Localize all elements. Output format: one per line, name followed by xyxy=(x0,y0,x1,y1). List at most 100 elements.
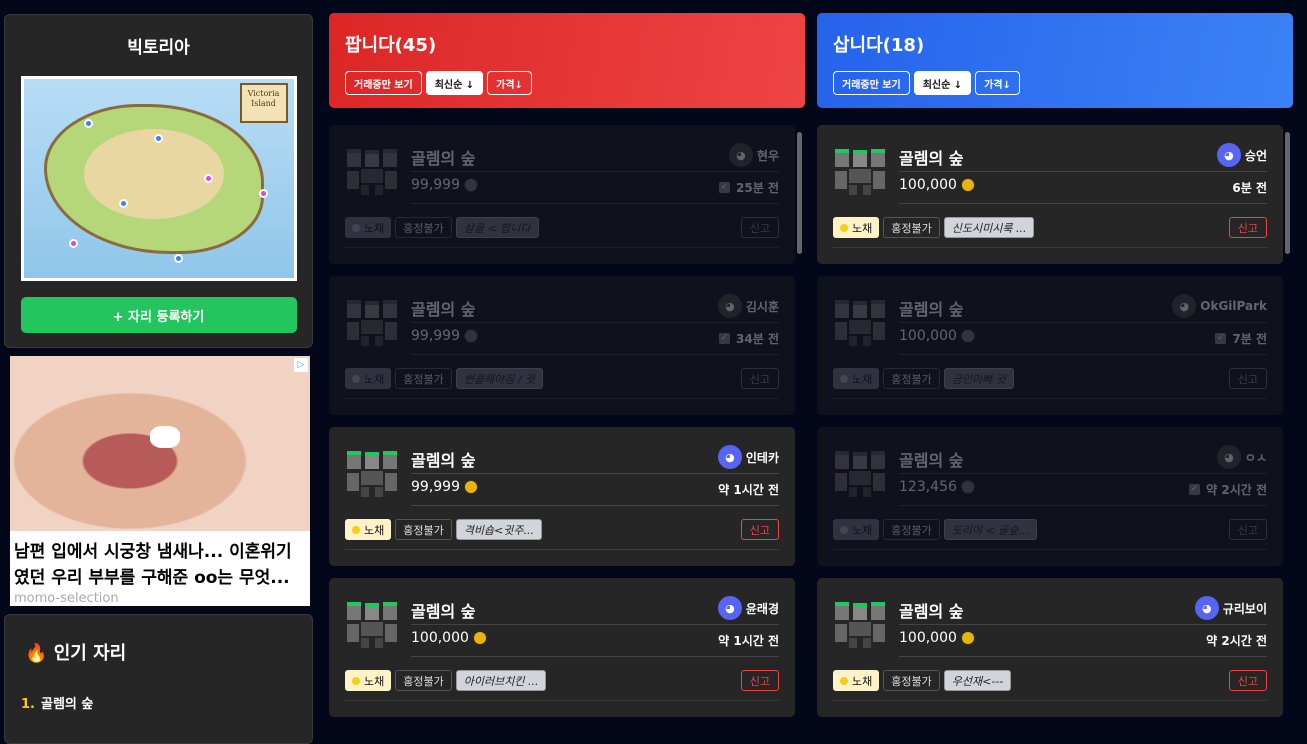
posted-time: ✓ 7분 전 xyxy=(1215,332,1267,346)
buy-title: 삽니다(18) xyxy=(833,35,925,56)
golem-icon xyxy=(347,602,397,648)
checkbox-icon[interactable]: ✓ xyxy=(719,333,731,344)
user[interactable]: ◕ 현우 xyxy=(728,143,779,167)
meso-coin-icon xyxy=(464,178,478,192)
victoria-island-map[interactable]: Victoria Island xyxy=(20,76,297,281)
listing-card[interactable]: 골렘의 숲 ◕ 규리보이 100,000 약 2시간 전 노채 홍정불가 우선재<… xyxy=(817,578,1283,717)
listing-card[interactable]: 골렘의 숲 ◕ 윤래경 100,000 약 1시간 전 노채 홍정불가 아이러브치… xyxy=(329,578,795,717)
posted-time: 6분 전 xyxy=(1232,181,1267,195)
filter-active-only-button[interactable]: 거래중만 보기 xyxy=(345,71,422,95)
golem-icon xyxy=(835,602,885,648)
user[interactable]: ◕ 규리보이 xyxy=(1194,596,1267,620)
sell-scrollbar[interactable] xyxy=(797,128,802,718)
status-badge: 노채 xyxy=(345,368,392,389)
report-button[interactable]: 신고 xyxy=(1228,670,1267,691)
report-button[interactable]: 신고 xyxy=(1228,519,1267,540)
discord-icon: ◕ xyxy=(1172,294,1197,318)
status-dot-icon xyxy=(352,525,360,534)
user[interactable]: ◕ 김시훈 xyxy=(717,294,779,318)
golem-icon xyxy=(347,300,397,346)
memo-badge: 도리야 < 골숲... xyxy=(943,519,1038,540)
user[interactable]: ◕ 인테카 xyxy=(717,445,779,469)
status-badge: 노채 xyxy=(345,217,392,238)
price: 100,000 xyxy=(899,328,975,344)
sort-latest-button[interactable]: 최신순 ↓ xyxy=(425,71,484,95)
user[interactable]: ◕ 윤래경 xyxy=(717,596,779,620)
listing-card[interactable]: 골렘의 숲 ◕ OkGilPark 100,000 ✓ 7분 전 노채 홍정불가 금… xyxy=(817,276,1283,415)
memo-badge: 금민아빠 귓 xyxy=(943,368,1014,389)
ad-headline[interactable]: 남편 입에서 시궁창 냄새나... 이혼위기였던 우리 부부를 구해준 oo는 … xyxy=(10,531,310,591)
price: 123,456 xyxy=(899,479,975,495)
negotiation-badge: 홍정불가 xyxy=(883,519,940,540)
posted-time: ✓ 25분 전 xyxy=(719,181,779,195)
advertisement[interactable]: ▷ 남편 입에서 시궁창 냄새나... 이혼위기였던 우리 부부를 구해준 oo… xyxy=(10,356,310,606)
golem-icon xyxy=(835,149,885,195)
status-dot-icon xyxy=(352,676,360,685)
sell-column: 팝니다(45) 거래중만 보기 최신순 ↓ 가격↓ 골렘의 숲 ◕ 현우 99,999… xyxy=(329,13,805,717)
map-name: 골렘의 숲 xyxy=(899,300,964,319)
map-card: 빅토리아 Victoria Island + 자리 등록하기 xyxy=(4,14,313,348)
checkbox-icon[interactable]: ✓ xyxy=(719,182,731,193)
price: 99,999 xyxy=(411,177,478,193)
discord-icon: ◕ xyxy=(728,143,753,167)
discord-icon: ◕ xyxy=(1216,143,1241,167)
meso-coin-icon xyxy=(472,631,487,645)
map-name: 골렘의 숲 xyxy=(899,602,964,621)
negotiation-badge: 홍정불가 xyxy=(883,368,940,389)
memo-badge: 아이러브치킨 ... xyxy=(455,670,547,691)
add-spot-button[interactable]: + 자리 등록하기 xyxy=(20,297,297,333)
posted-time: 약 1시간 전 xyxy=(718,634,779,648)
posted-time: ✓ 34분 전 xyxy=(719,332,779,346)
sort-price-button[interactable]: 가격↓ xyxy=(975,71,1020,95)
report-button[interactable]: 신고 xyxy=(1228,368,1267,389)
report-button[interactable]: 신고 xyxy=(1228,217,1267,238)
user[interactable]: ◕ OkGilPark xyxy=(1172,294,1267,318)
report-button[interactable]: 신고 xyxy=(740,519,779,540)
ad-choices-icon[interactable]: ▷ xyxy=(294,358,308,372)
checkbox-icon[interactable]: ✓ xyxy=(1189,484,1201,495)
posted-time: 약 2시간 전 xyxy=(1206,634,1267,648)
map-name: 골렘의 숲 xyxy=(411,300,476,319)
price: 100,000 xyxy=(899,630,975,646)
listing-card[interactable]: 골렘의 숲 ◕ 김시훈 99,999 ✓ 34분 전 노채 홍정불가 썬콜해야징 /… xyxy=(329,276,795,415)
status-dot-icon xyxy=(840,374,848,383)
golem-icon xyxy=(835,451,885,497)
report-button[interactable]: 신고 xyxy=(740,670,779,691)
listing-card[interactable]: 골렘의 숲 ◕ 승언 100,000 6분 전 노채 홍정불가 신도시미시룩 ..… xyxy=(817,125,1283,264)
status-badge: 노채 xyxy=(833,519,880,540)
price: 99,999 xyxy=(411,328,478,344)
negotiation-badge: 홍정불가 xyxy=(883,217,940,238)
discord-icon: ◕ xyxy=(717,294,742,318)
price: 99,999 xyxy=(411,479,478,495)
meso-coin-icon xyxy=(960,480,975,494)
status-badge: 노채 xyxy=(833,670,880,691)
status-dot-icon xyxy=(352,223,360,232)
checkbox-icon[interactable]: ✓ xyxy=(1215,333,1227,344)
buy-scrollbar[interactable] xyxy=(1285,128,1290,718)
listing-card[interactable]: 골렘의 숲 ◕ 현우 99,999 ✓ 25분 전 노채 홍정불가 살콜 < 팝니다… xyxy=(329,125,795,264)
memo-badge: 우선재<--- xyxy=(943,670,1012,691)
posted-time: 약 1시간 전 xyxy=(718,483,779,497)
report-button[interactable]: 신고 xyxy=(740,217,779,238)
posted-time: ✓ 약 2시간 전 xyxy=(1189,483,1267,497)
report-button[interactable]: 신고 xyxy=(740,368,779,389)
sort-price-button[interactable]: 가격↓ xyxy=(487,71,532,95)
listing-card[interactable]: 골렘의 숲 ◕ 인테카 99,999 약 1시간 전 노채 홍정불가 격비숍<귓주… xyxy=(329,427,795,566)
listing-card[interactable]: 골렘의 숲 ◕ ㅇㅅ 123,456 ✓ 약 2시간 전 노채 홍정불가 도리야 <… xyxy=(817,427,1283,566)
meso-coin-icon xyxy=(464,329,478,343)
user[interactable]: ◕ ㅇㅅ xyxy=(1216,445,1267,469)
user[interactable]: ◕ 승언 xyxy=(1216,143,1267,167)
meso-coin-icon xyxy=(960,329,975,343)
status-badge: 노채 xyxy=(833,368,880,389)
status-dot-icon xyxy=(840,525,848,534)
sort-latest-button[interactable]: 최신순 ↓ xyxy=(913,71,972,95)
negotiation-badge: 홍정불가 xyxy=(395,670,452,691)
price: 100,000 xyxy=(899,177,975,193)
buy-header: 삽니다(18) 거래중만 보기 최신순 ↓ 가격↓ xyxy=(817,13,1293,108)
meso-coin-icon xyxy=(464,480,478,494)
popular-item[interactable]: 1. 골렘의 숲 xyxy=(21,693,312,712)
map-sign: Victoria Island xyxy=(239,83,288,123)
status-badge: 노채 xyxy=(345,519,392,540)
status-dot-icon xyxy=(840,676,848,685)
filter-active-only-button[interactable]: 거래중만 보기 xyxy=(833,71,910,95)
